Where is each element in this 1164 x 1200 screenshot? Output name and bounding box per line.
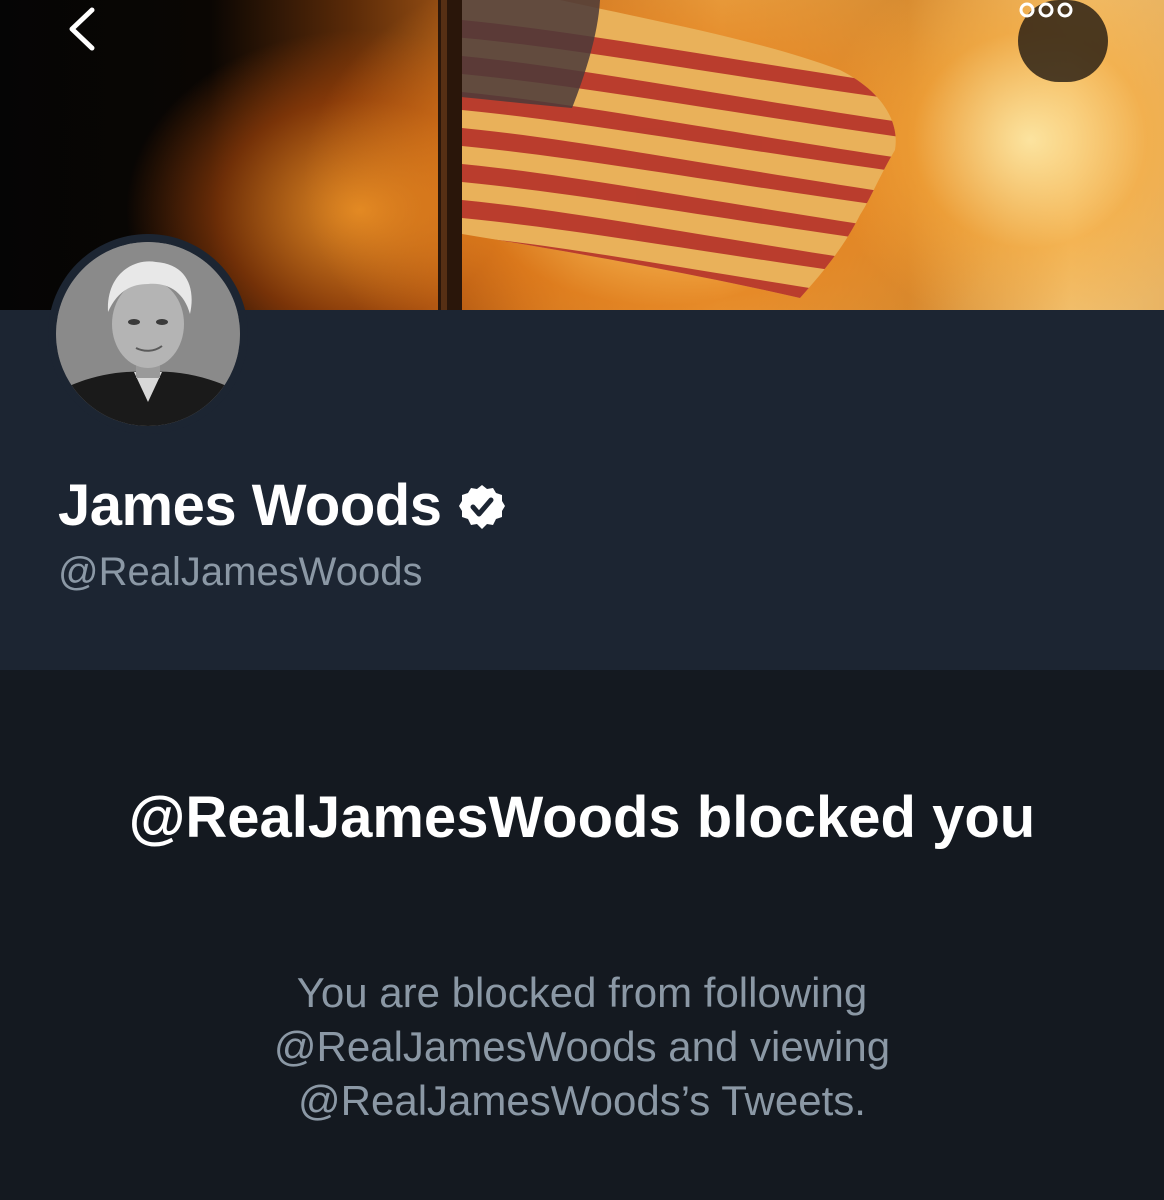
blocked-title: @RealJamesWoods blocked you [128,785,1036,850]
more-options-button[interactable] [1018,0,1108,82]
display-name: James Woods [58,472,442,538]
avatar[interactable] [48,234,248,434]
profile-screen: James Woods @RealJamesWoods @RealJamesWo… [0,0,1164,1200]
back-button[interactable] [62,4,138,80]
chevron-left-icon [69,7,95,51]
profile-handle: @RealJamesWoods [58,550,423,594]
profile-photo [56,242,240,426]
more-horizontal-icon [1019,2,1073,18]
blocked-message: You are blocked from following @RealJame… [273,969,891,1124]
verified-badge-icon [459,485,506,529]
display-name-row: James Woods [58,470,507,540]
avatar-photo [56,242,240,426]
